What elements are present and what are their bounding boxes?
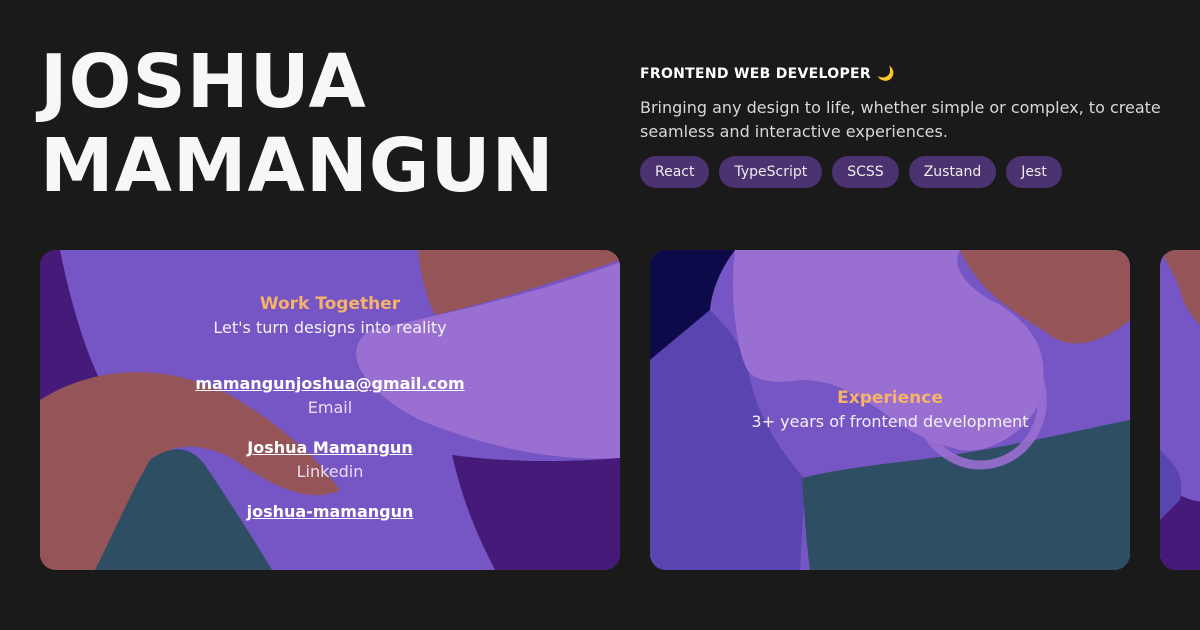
- hero-first-name: JOSHUA: [40, 39, 367, 125]
- contact-title: Work Together: [259, 294, 401, 314]
- linkedin-link[interactable]: Joshua Mamangun: [247, 436, 412, 460]
- tag-react: React: [640, 156, 710, 188]
- contact-heading-group: Work Together Let's turn designs into re…: [40, 292, 620, 340]
- hero-name: JOSHUA MAMANGUN: [40, 40, 580, 208]
- hero-last-name: MAMANGUN: [40, 123, 555, 209]
- linkedin-group: Joshua Mamangun Linkedin: [40, 436, 620, 484]
- email-link[interactable]: mamangunjoshua@gmail.com: [195, 372, 464, 396]
- email-label: Email: [307, 398, 353, 417]
- tag-jest: Jest: [1006, 156, 1062, 188]
- contact-subtitle: Let's turn designs into reality: [213, 318, 447, 337]
- experience-card: Experience 3+ years of frontend developm…: [650, 250, 1130, 570]
- tag-typescript: TypeScript: [719, 156, 823, 188]
- github-link[interactable]: joshua-mamangun: [247, 500, 414, 524]
- moon-icon: 🌙: [876, 66, 895, 82]
- portfolio-page: JOSHUA MAMANGUN FRONTEND WEB DEVELOPER 🌙 …: [0, 0, 1200, 630]
- experience-subtitle: 3+ years of frontend development: [751, 412, 1029, 431]
- contact-card: Work Together Let's turn designs into re…: [40, 250, 620, 570]
- tech-tags: React TypeScript SCSS Zustand Jest: [640, 156, 1180, 188]
- linkedin-label: Linkedin: [296, 462, 364, 481]
- role-heading: FRONTEND WEB DEVELOPER 🌙: [640, 62, 1180, 86]
- github-group: joshua-mamangun: [40, 500, 620, 524]
- email-group: mamangunjoshua@gmail.com Email: [40, 372, 620, 420]
- next-card-background: [1160, 250, 1200, 570]
- intro-section: FRONTEND WEB DEVELOPER 🌙 Bringing any des…: [640, 62, 1180, 188]
- next-card-partial: [1160, 250, 1200, 570]
- tagline: Bringing any design to life, whether sim…: [640, 98, 1161, 141]
- tag-zustand: Zustand: [908, 156, 997, 188]
- tag-scss: SCSS: [832, 156, 899, 188]
- experience-content: Experience 3+ years of frontend developm…: [650, 386, 1130, 434]
- experience-title: Experience: [837, 388, 943, 408]
- role-text: FRONTEND WEB DEVELOPER: [640, 66, 871, 82]
